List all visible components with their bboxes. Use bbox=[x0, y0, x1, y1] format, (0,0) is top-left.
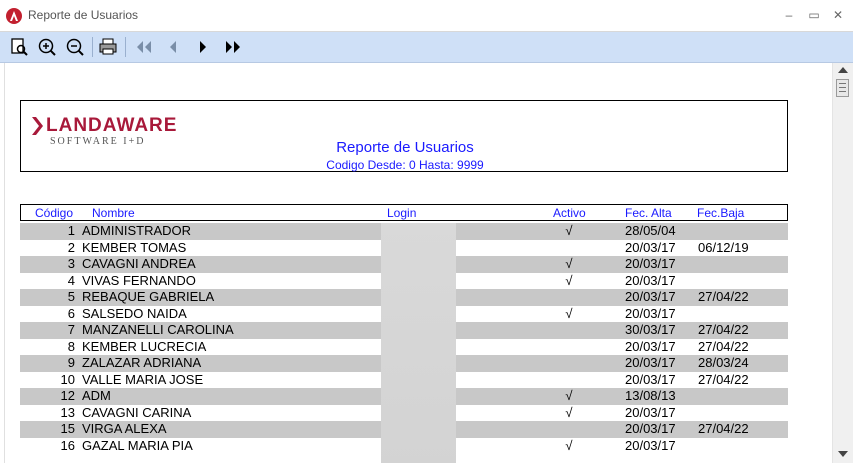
column-alta: Fec. Alta bbox=[625, 206, 672, 220]
zoom-in-icon[interactable] bbox=[36, 36, 58, 58]
redacted-login-column bbox=[381, 223, 456, 463]
cell-code: 16 bbox=[60, 437, 75, 453]
cell-fec-baja: 27/04/22 bbox=[698, 371, 749, 387]
cell-name: KEMBER TOMAS bbox=[82, 239, 187, 255]
table-header: Código Nombre Login Activo Fec. Alta Fec… bbox=[20, 204, 788, 221]
cell-active: √ bbox=[565, 404, 573, 420]
cell-code: 3 bbox=[67, 256, 75, 271]
cell-fec-alta: 20/03/17 bbox=[625, 437, 676, 453]
toolbar-separator bbox=[92, 37, 93, 57]
vertical-scrollbar[interactable] bbox=[832, 63, 853, 463]
cell-name: SALSEDO NAIDA bbox=[82, 305, 187, 321]
cell-fec-alta: 13/08/13 bbox=[625, 388, 676, 403]
scroll-thumb[interactable] bbox=[836, 79, 849, 97]
report-header: LANDAWARE SOFTWARE I+D Reporte de Usuari… bbox=[20, 100, 788, 172]
zoom-out-icon[interactable] bbox=[64, 36, 86, 58]
cell-active: √ bbox=[565, 388, 573, 403]
minimize-button[interactable]: – bbox=[779, 6, 799, 24]
first-page-icon[interactable] bbox=[133, 36, 155, 58]
column-active: Activo bbox=[553, 206, 586, 220]
cell-code: 6 bbox=[67, 305, 75, 321]
app-logo-icon bbox=[6, 8, 22, 24]
cell-fec-alta: 20/03/17 bbox=[625, 404, 676, 420]
cell-code: 4 bbox=[67, 272, 75, 288]
close-button[interactable]: ✕ bbox=[828, 6, 848, 24]
printer-icon[interactable] bbox=[97, 36, 119, 58]
window-title: Reporte de Usuarios bbox=[28, 8, 139, 22]
scroll-down-icon[interactable] bbox=[838, 451, 848, 457]
cell-fec-baja: 27/04/22 bbox=[698, 322, 749, 337]
cell-name: GAZAL MARIA PIA bbox=[82, 437, 193, 453]
toolbar-separator bbox=[125, 37, 126, 57]
cell-name: ADMINISTRADOR bbox=[82, 223, 192, 238]
cell-fec-baja: 27/04/22 bbox=[698, 338, 749, 354]
next-page-icon[interactable] bbox=[192, 36, 214, 58]
cell-name: MANZANELLI CAROLINA bbox=[82, 322, 234, 337]
toolbar bbox=[0, 32, 853, 63]
cell-code: 10 bbox=[60, 371, 75, 387]
cell-code: 8 bbox=[67, 338, 75, 354]
cell-code: 1 bbox=[67, 223, 75, 238]
cell-fec-alta: 20/03/17 bbox=[625, 305, 676, 321]
cell-name: CAVAGNI ANDREA bbox=[82, 256, 196, 271]
previous-page-icon[interactable] bbox=[162, 36, 184, 58]
cell-active: √ bbox=[565, 223, 573, 238]
cell-code: 7 bbox=[67, 322, 75, 337]
cell-name: CAVAGNI CARINA bbox=[82, 404, 192, 420]
cell-active: √ bbox=[565, 272, 573, 288]
page-preview-icon[interactable] bbox=[8, 36, 30, 58]
logo-name: LANDAWARE bbox=[46, 115, 178, 136]
cell-name: VIRGA ALEXA bbox=[82, 421, 167, 436]
cell-fec-alta: 20/03/17 bbox=[625, 239, 676, 255]
cell-name: VALLE MARIA JOSE bbox=[82, 371, 204, 387]
cell-fec-alta: 30/03/17 bbox=[625, 322, 676, 337]
last-page-icon[interactable] bbox=[222, 36, 244, 58]
cell-code: 9 bbox=[67, 355, 75, 370]
cell-fec-alta: 28/05/04 bbox=[625, 223, 676, 238]
cell-fec-alta: 20/03/17 bbox=[625, 355, 676, 370]
column-name: Nombre bbox=[92, 206, 135, 220]
cell-fec-alta: 20/03/17 bbox=[625, 338, 676, 354]
cell-fec-alta: 20/03/17 bbox=[625, 272, 676, 288]
column-login: Login bbox=[387, 206, 417, 220]
report-viewport[interactable]: LANDAWARE SOFTWARE I+D Reporte de Usuari… bbox=[4, 63, 833, 463]
maximize-button[interactable]: ▭ bbox=[804, 6, 824, 24]
cell-name: ZALAZAR ADRIANA bbox=[82, 355, 202, 370]
cell-active: √ bbox=[565, 256, 573, 271]
logo-mark-icon bbox=[32, 117, 43, 135]
cell-name: VIVAS FERNANDO bbox=[82, 272, 196, 288]
title-bar: Reporte de Usuarios – ▭ ✕ bbox=[0, 0, 853, 32]
cell-active: √ bbox=[565, 305, 573, 321]
cell-code: 15 bbox=[60, 421, 75, 436]
cell-code: 13 bbox=[60, 404, 75, 420]
column-baja: Fec.Baja bbox=[697, 206, 745, 220]
cell-code: 12 bbox=[60, 388, 75, 403]
cell-name: REBAQUE GABRIELA bbox=[82, 289, 215, 304]
cell-active: √ bbox=[565, 437, 573, 453]
cell-code: 2 bbox=[67, 239, 75, 255]
cell-fec-alta: 20/03/17 bbox=[625, 289, 676, 304]
column-code: Código bbox=[35, 206, 74, 220]
cell-fec-baja: 27/04/22 bbox=[698, 289, 749, 304]
cell-fec-baja: 06/12/19 bbox=[698, 239, 749, 255]
cell-name: KEMBER LUCRECIA bbox=[82, 338, 207, 354]
cell-name: ADM bbox=[82, 388, 111, 403]
cell-fec-alta: 20/03/17 bbox=[625, 371, 676, 387]
report-title: Reporte de Usuarios bbox=[336, 139, 474, 156]
cell-fec-alta: 20/03/17 bbox=[625, 421, 676, 436]
cell-fec-alta: 20/03/17 bbox=[625, 256, 676, 271]
scroll-up-icon[interactable] bbox=[838, 67, 848, 73]
cell-code: 5 bbox=[67, 289, 75, 304]
cell-fec-baja: 28/03/24 bbox=[698, 355, 749, 370]
report-subtitle: Codigo Desde: 0 Hasta: 9999 bbox=[326, 158, 484, 172]
cell-fec-baja: 27/04/22 bbox=[698, 421, 749, 436]
